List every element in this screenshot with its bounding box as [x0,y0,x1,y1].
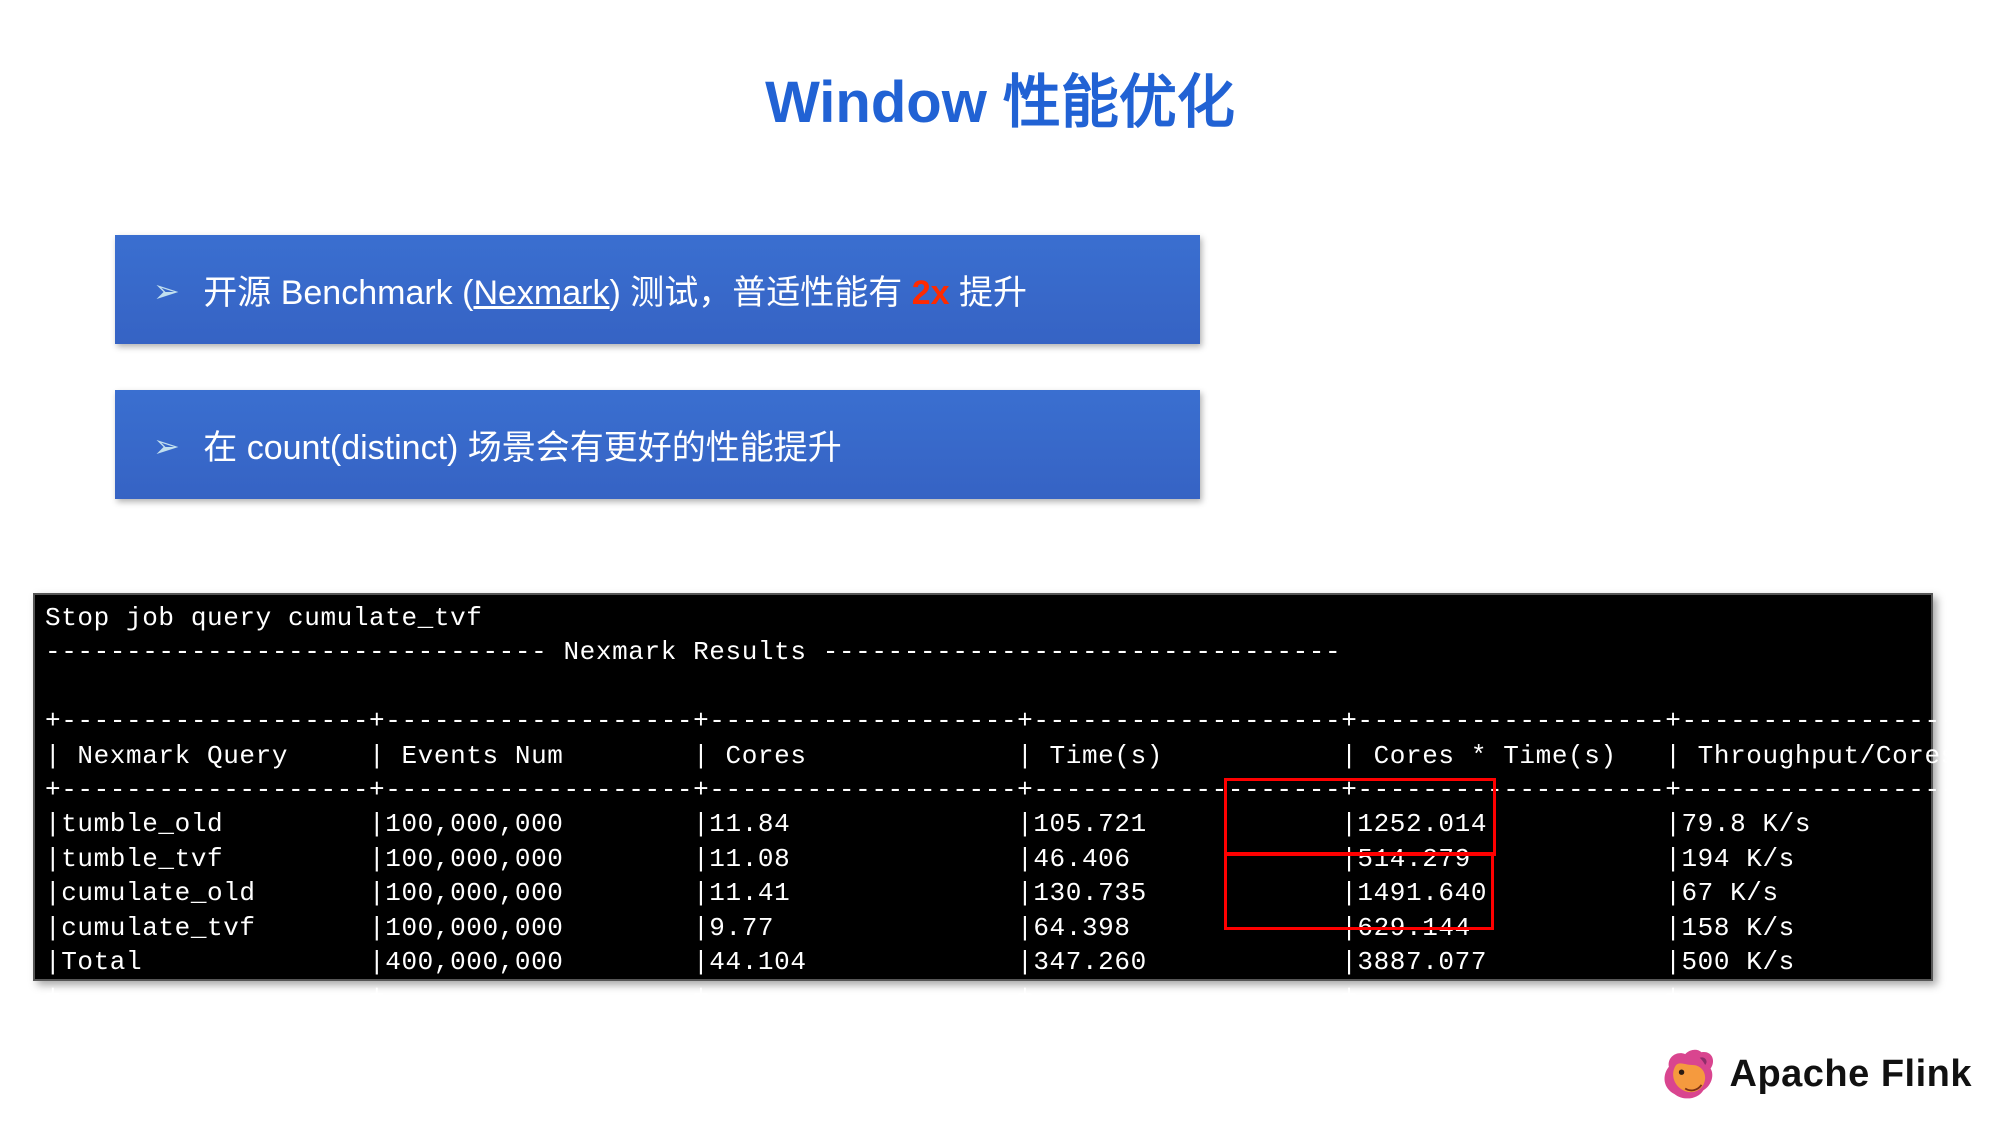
bullet-2: ➢ 在 count(distinct) 场景会有更好的性能提升 [115,390,1200,499]
terminal-sep: +-------------------+-------------------… [45,706,2000,736]
terminal-line: Stop job query cumulate_tvf [45,603,482,633]
terminal-head: | Nexmark Query | Events Num | Cores | T… [45,741,2000,771]
terminal-row: |tumble_tvf |100,000,000 |11.08 |46.406 … [45,844,2000,874]
terminal-output: Stop job query cumulate_tvf ------------… [33,593,1933,981]
bullet-1-highlight: 2x [912,274,950,312]
terminal-sep: +-------------------+-------------------… [45,981,2000,1011]
bullet-1-text-pre: 开源 Benchmark ( [203,274,473,312]
footer-logo: Apache Flink [1658,1045,1973,1103]
terminal-sep: +-------------------+-------------------… [45,775,2000,805]
bullet-1-text-post: 提升 [950,274,1027,312]
terminal-row: |Total |400,000,000 |44.104 |347.260 |38… [45,947,2000,977]
terminal-row: |cumulate_tvf |100,000,000 |9.77 |64.398… [45,913,2000,943]
flink-squirrel-icon [1658,1045,1716,1103]
footer-brand-text: Apache Flink [1730,1053,1973,1096]
terminal-row: |tumble_old |100,000,000 |11.84 |105.721… [45,809,2000,839]
bullet-arrow-icon: ➢ [153,273,180,309]
page-title: Window 性能优化 [0,55,2000,139]
terminal-line: ------------------------------- Nexmark … [45,637,1341,667]
bullet-1-link[interactable]: Nexmark [473,274,609,312]
terminal-row: |cumulate_old |100,000,000 |11.41 |130.7… [45,878,2000,908]
bullet-1-text-mid: ) 测试，普适性能有 [609,274,911,312]
bullet-arrow-icon: ➢ [153,428,180,464]
bullet-1: ➢ 开源 Benchmark (Nexmark) 测试，普适性能有 2x 提升 [115,235,1200,344]
bullet-2-text: 在 count(distinct) 场景会有更好的性能提升 [203,429,842,467]
